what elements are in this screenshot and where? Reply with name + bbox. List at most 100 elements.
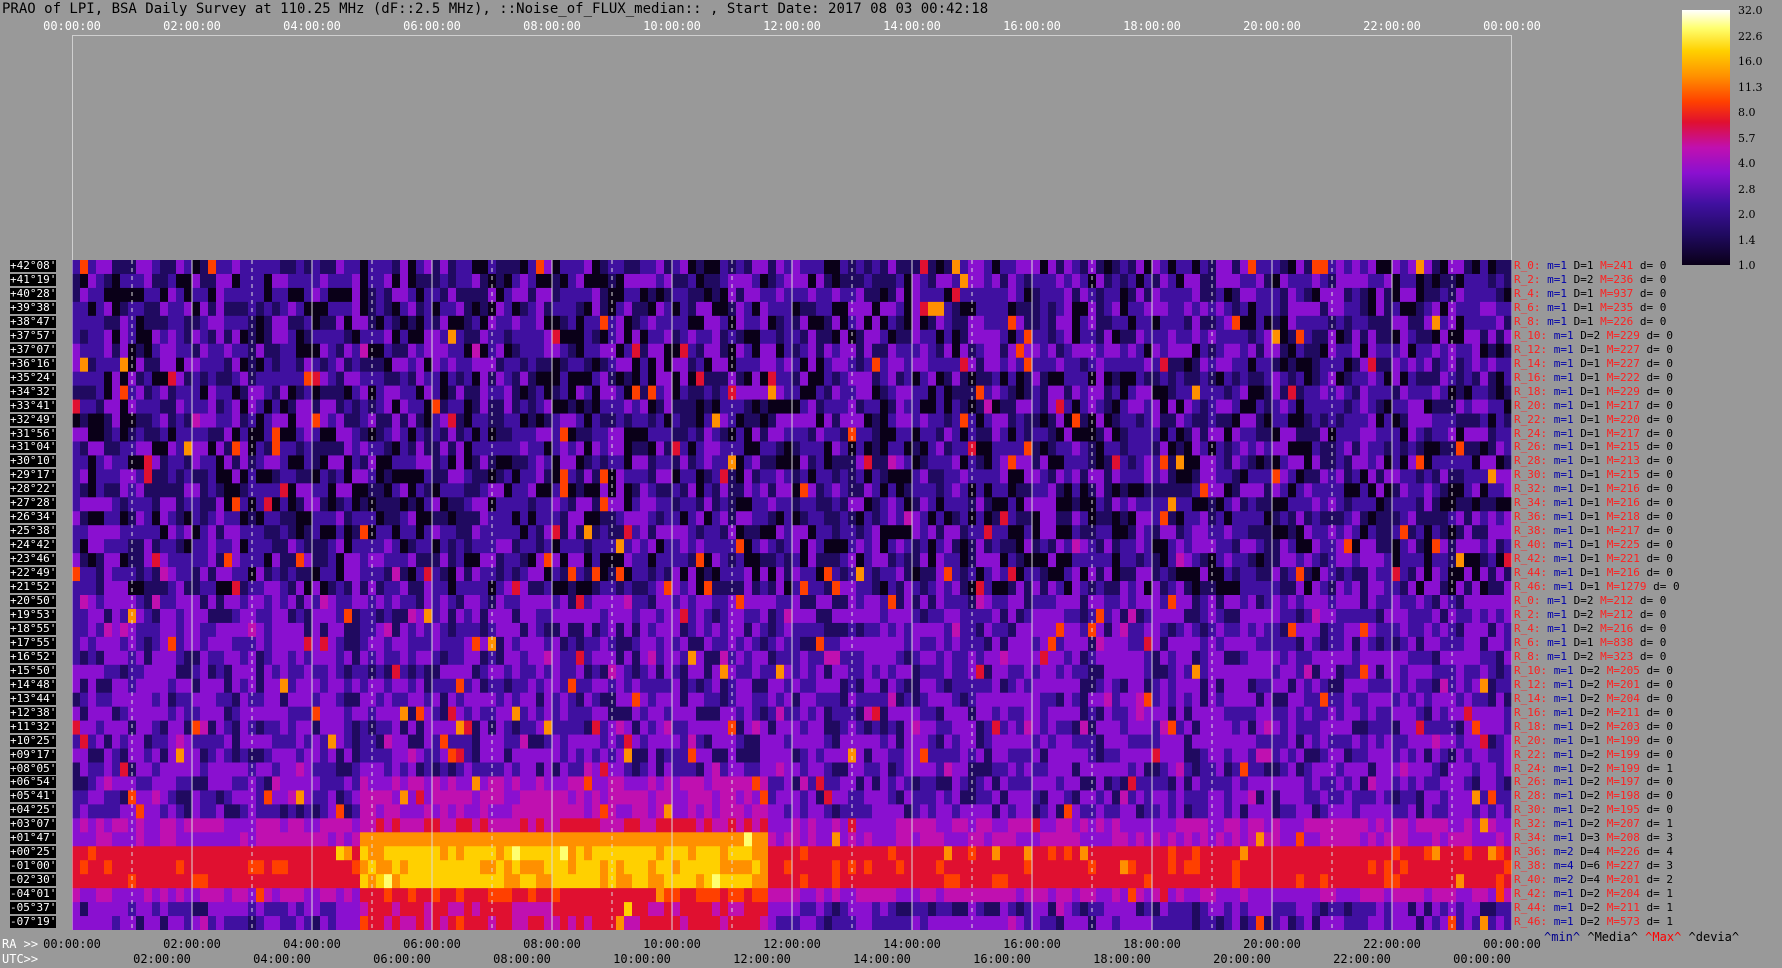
heatmap-cell [496, 301, 504, 317]
heatmap-cell [184, 315, 192, 331]
heatmap-cell [208, 385, 216, 401]
heatmap-cell [776, 315, 784, 331]
heatmap-cell [1160, 469, 1168, 484]
heatmap-cell [1176, 553, 1184, 568]
heatmap-cell [1104, 385, 1112, 401]
heatmap-cell [744, 427, 752, 442]
heatmap-cell [320, 511, 328, 526]
heatmap-cell [1064, 385, 1072, 401]
heatmap-cell [664, 385, 672, 401]
heatmap-cell [112, 315, 120, 331]
heatmap-cell [1280, 455, 1288, 470]
heatmap-cell [112, 595, 120, 610]
heatmap-cell [448, 595, 456, 610]
heatmap-cell [712, 371, 720, 387]
heatmap-cell [576, 413, 584, 428]
heatmap-cell [1048, 260, 1056, 275]
heatmap-cell [960, 301, 968, 317]
heatmap-cell [992, 511, 1000, 526]
heatmap-cell [88, 441, 96, 456]
heatmap-cell [752, 497, 760, 512]
heatmap-cell [408, 343, 416, 359]
heatmap-cell [1048, 483, 1056, 498]
heatmap-cell [1128, 525, 1136, 540]
heatmap-cell [576, 525, 584, 540]
heatmap-cell [560, 287, 568, 303]
heatmap-cell [592, 441, 600, 456]
heatmap-cell [1416, 567, 1424, 582]
heatmap-cell [1056, 260, 1064, 275]
heatmap-cell [552, 525, 560, 540]
heatmap-cell [648, 525, 656, 540]
heatmap-cell [160, 553, 168, 568]
heatmap-cell [1104, 399, 1112, 415]
heatmap-cell [1016, 497, 1024, 512]
heatmap-cell [312, 469, 320, 484]
heatmap-cell [712, 553, 720, 568]
heatmap-cell [464, 427, 472, 442]
heatmap-cell [1456, 441, 1464, 456]
heatmap-cell [1032, 273, 1040, 289]
heatmap-cell [1128, 497, 1136, 512]
heatmap-cell [624, 260, 632, 275]
heatmap-cell [1464, 497, 1472, 512]
heatmap-cell [560, 455, 568, 470]
heatmap-cell [1152, 357, 1160, 373]
heatmap-cell [1464, 427, 1472, 442]
heatmap-cell [1440, 315, 1448, 331]
heatmap-cell [800, 273, 808, 289]
heatmap-cell [1440, 301, 1448, 317]
heatmap-cell [536, 371, 544, 387]
heatmap-cell [1304, 525, 1312, 540]
heatmap-cell [392, 371, 400, 387]
heatmap-cell [568, 260, 576, 275]
heatmap-cell [664, 622, 672, 638]
heatmap-cell [1408, 622, 1416, 638]
heatmap-cell [1336, 483, 1344, 498]
heatmap-cell [1096, 455, 1104, 470]
heatmap-cell [1464, 525, 1472, 540]
heatmap-cell [456, 399, 464, 415]
heatmap-cell [1200, 581, 1208, 596]
heatmap-cell [1320, 622, 1328, 638]
heatmap-cell [720, 469, 728, 484]
heatmap-cell [888, 622, 896, 638]
heatmap-cell [1424, 413, 1432, 428]
heatmap-cell [344, 636, 352, 652]
heatmap-cell [416, 441, 424, 456]
heatmap-cell [1120, 595, 1128, 610]
heatmap-cell [160, 539, 168, 554]
heatmap-cell [304, 497, 312, 512]
heatmap-cell [1072, 287, 1080, 303]
heatmap-cell [632, 329, 640, 345]
heatmap-cell [1016, 329, 1024, 345]
heatmap-cell [336, 329, 344, 345]
heatmap-cell [584, 595, 592, 610]
heatmap-cell [1224, 287, 1232, 303]
heatmap-cell [192, 315, 200, 331]
heatmap-cell [984, 539, 992, 554]
heatmap-cell [864, 413, 872, 428]
heatmap-cell [912, 497, 920, 512]
heatmap-cell [1112, 455, 1120, 470]
heatmap-cell [1168, 329, 1176, 345]
heatmap-cell [768, 371, 776, 387]
heatmap-cell [96, 273, 104, 289]
heatmap-cell [256, 301, 264, 317]
heatmap-cell [808, 357, 816, 373]
heatmap-cell [1304, 581, 1312, 596]
heatmap-cell [1320, 525, 1328, 540]
heatmap-cell [960, 595, 968, 610]
heatmap-cell [88, 343, 96, 359]
heatmap-cell [1080, 483, 1088, 498]
heatmap-cell [472, 483, 480, 498]
heatmap-cell [264, 385, 272, 401]
heatmap-cell [560, 343, 568, 359]
heatmap-cell [536, 511, 544, 526]
heatmap-cell [1008, 301, 1016, 317]
heatmap-cell [1248, 469, 1256, 484]
heatmap-cell [1464, 260, 1472, 275]
heatmap-cell [656, 483, 664, 498]
heatmap-cell [648, 343, 656, 359]
heatmap-cell [384, 399, 392, 415]
